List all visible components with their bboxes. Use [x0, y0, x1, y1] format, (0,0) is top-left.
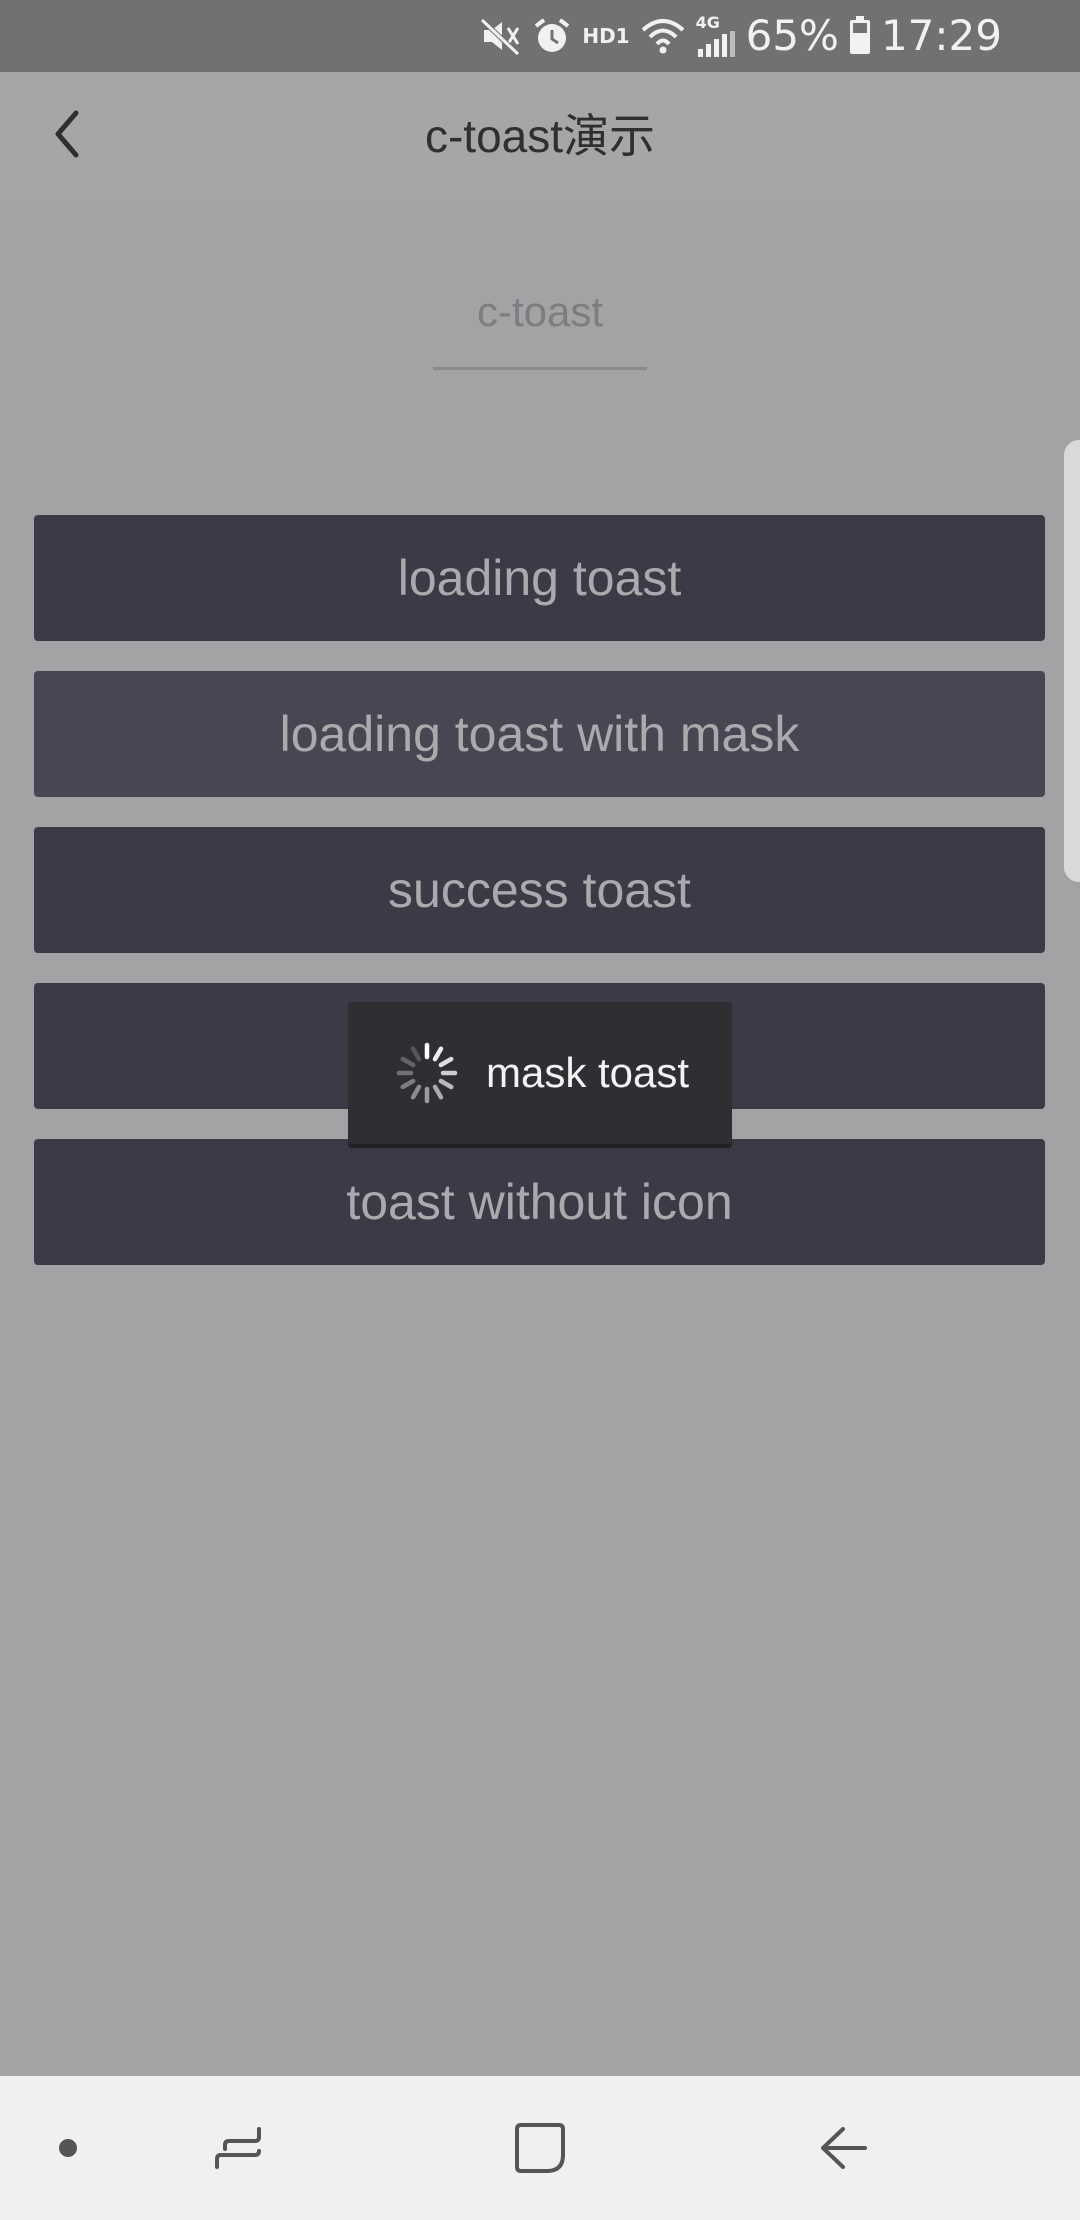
home-icon[interactable]: [496, 2076, 584, 2220]
recent-apps-icon[interactable]: [196, 2076, 284, 2220]
toast-text: mask toast: [486, 1049, 690, 1096]
tab-label: c-toast: [476, 288, 604, 335]
mask-toast: mask toast: [348, 1002, 732, 1144]
signal-icon: 4G: [696, 15, 736, 57]
status-icons: HD1 4G 65% 17:29: [478, 0, 1002, 72]
loading-toast-with-mask-button[interactable]: loading toast with mask: [34, 671, 1045, 797]
navigation-bar: [0, 2076, 1080, 2220]
wifi-icon: [640, 16, 686, 56]
app-header: c-toast演示: [0, 72, 1080, 200]
dot-icon[interactable]: [36, 2076, 100, 2220]
toast-without-icon-button[interactable]: toast without icon: [34, 1139, 1045, 1265]
tab-underline: [433, 367, 647, 370]
status-bar: HD1 4G 65% 17:29: [0, 0, 1080, 72]
loading-toast-button[interactable]: loading toast: [34, 515, 1045, 641]
alarm-icon: [532, 16, 572, 56]
edge-panel-handle[interactable]: [1064, 440, 1080, 882]
network-label: 4G: [695, 13, 720, 32]
battery-percent: 65%: [745, 11, 839, 60]
tab-c-toast[interactable]: c-toast: [433, 270, 647, 370]
mute-icon: [478, 14, 522, 58]
page-title: c-toast演示: [424, 110, 656, 162]
clock: 17:29: [880, 11, 1002, 60]
spinner-icon: [396, 1042, 458, 1104]
success-toast-button[interactable]: success toast: [34, 827, 1045, 953]
hd-label: HD1: [582, 24, 630, 48]
battery-icon: [849, 16, 871, 56]
back-icon[interactable]: [800, 2076, 888, 2220]
